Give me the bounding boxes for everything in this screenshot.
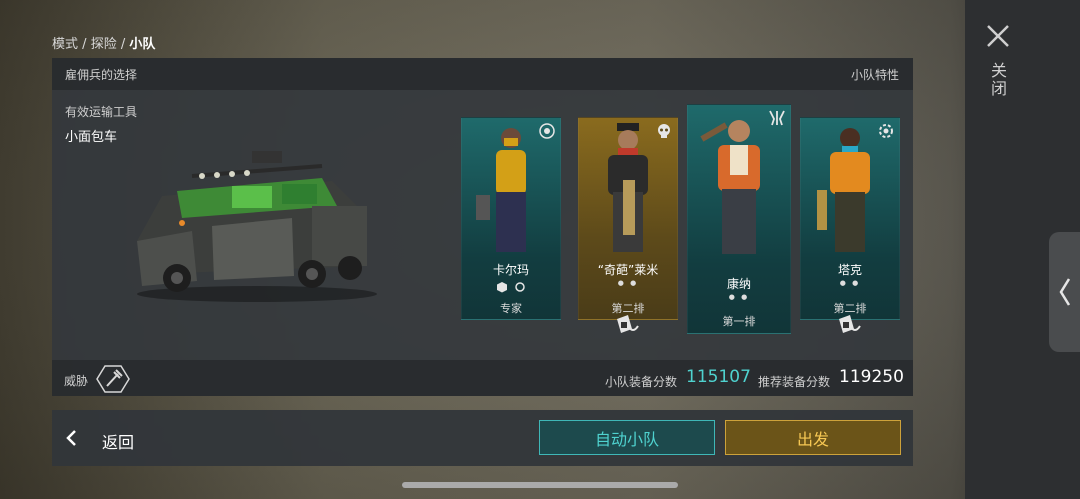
recommended-score-value: 119250 (839, 367, 904, 387)
mercenary-portrait (700, 120, 760, 254)
panel-header: 雇佣兵的选择 小队特性 (52, 58, 913, 90)
mercenary-card[interactable]: 康纳 ● ● 第一排 (687, 104, 791, 334)
breadcrumb: 模式 / 探险 / 小队 (52, 33, 155, 52)
depart-button[interactable]: 出发 (725, 420, 901, 455)
panel-footer: 威胁 小队装备分数 115107 推荐装备分数 119250 (52, 360, 913, 396)
recommended-score-label: 推荐装备分数 (758, 375, 831, 389)
rank-dots: ● ● (728, 293, 750, 301)
close-label[interactable]: 关闭 (987, 62, 1009, 98)
mercenary-traits (462, 278, 560, 297)
mercenary-portrait (608, 123, 648, 252)
rank-dots: ● ● (617, 279, 639, 287)
mercenary-portrait (817, 128, 870, 252)
mercenary-card[interactable]: 卡尔玛 专家 (461, 117, 561, 320)
breadcrumb-separator: / (120, 37, 126, 52)
bottom-action-bar: 返回 自动小队 出发 (52, 410, 913, 466)
anchor-badge-icon (617, 315, 639, 333)
chevron-left-icon (1059, 278, 1070, 306)
side-drawer-tab[interactable] (1049, 232, 1080, 352)
cube-icon (497, 282, 508, 293)
chevron-left-icon[interactable] (64, 427, 78, 449)
squad-traits-link[interactable]: 小队特性 (851, 66, 899, 83)
squad-panel: 雇佣兵的选择 小队特性 有效运输工具 小面包车 卡尔玛 专家 “奇葩”莱米 ● … (52, 58, 913, 396)
auto-squad-button[interactable]: 自动小队 (539, 420, 715, 455)
mercenary-name: 塔克 (837, 263, 862, 277)
vehicle-label: 有效运输工具 (65, 105, 138, 119)
breadcrumb-modes[interactable]: 模式 (52, 37, 78, 52)
vehicle-name: 小面包车 (65, 130, 118, 145)
mercenary-card[interactable]: 塔克 ● ● 第二排 (800, 117, 900, 320)
back-button[interactable]: 返回 (102, 429, 134, 453)
squad-score-label: 小队装备分数 (605, 375, 678, 389)
home-indicator[interactable] (402, 482, 678, 488)
mercenary-name: 卡尔玛 (492, 263, 529, 277)
gear-icon (514, 282, 525, 292)
mercenary-card[interactable]: “奇葩”莱米 ● ● 第二排 (578, 117, 678, 320)
rank-dots: ● ● (839, 279, 861, 287)
squad-score-value: 115107 (686, 367, 751, 387)
panel-title: 雇佣兵的选择 (65, 68, 138, 82)
anchor-badge-icon (839, 315, 861, 333)
mercenary-role: 专家 (500, 302, 522, 315)
vehicle-van-image[interactable] (122, 146, 392, 306)
mercenary-name: “奇葩”莱米 (597, 263, 659, 277)
mercenary-name: 康纳 (726, 277, 751, 291)
threat-label: 威胁 (64, 374, 89, 388)
mercenary-role: 第一排 (722, 315, 756, 328)
breadcrumb-explore[interactable]: 探险 (91, 37, 117, 52)
mercenary-portrait (476, 128, 526, 252)
breadcrumb-current: 小队 (129, 37, 156, 52)
threat-icon[interactable] (96, 364, 130, 394)
breadcrumb-separator: / (82, 37, 87, 52)
close-icon[interactable] (984, 22, 1012, 50)
